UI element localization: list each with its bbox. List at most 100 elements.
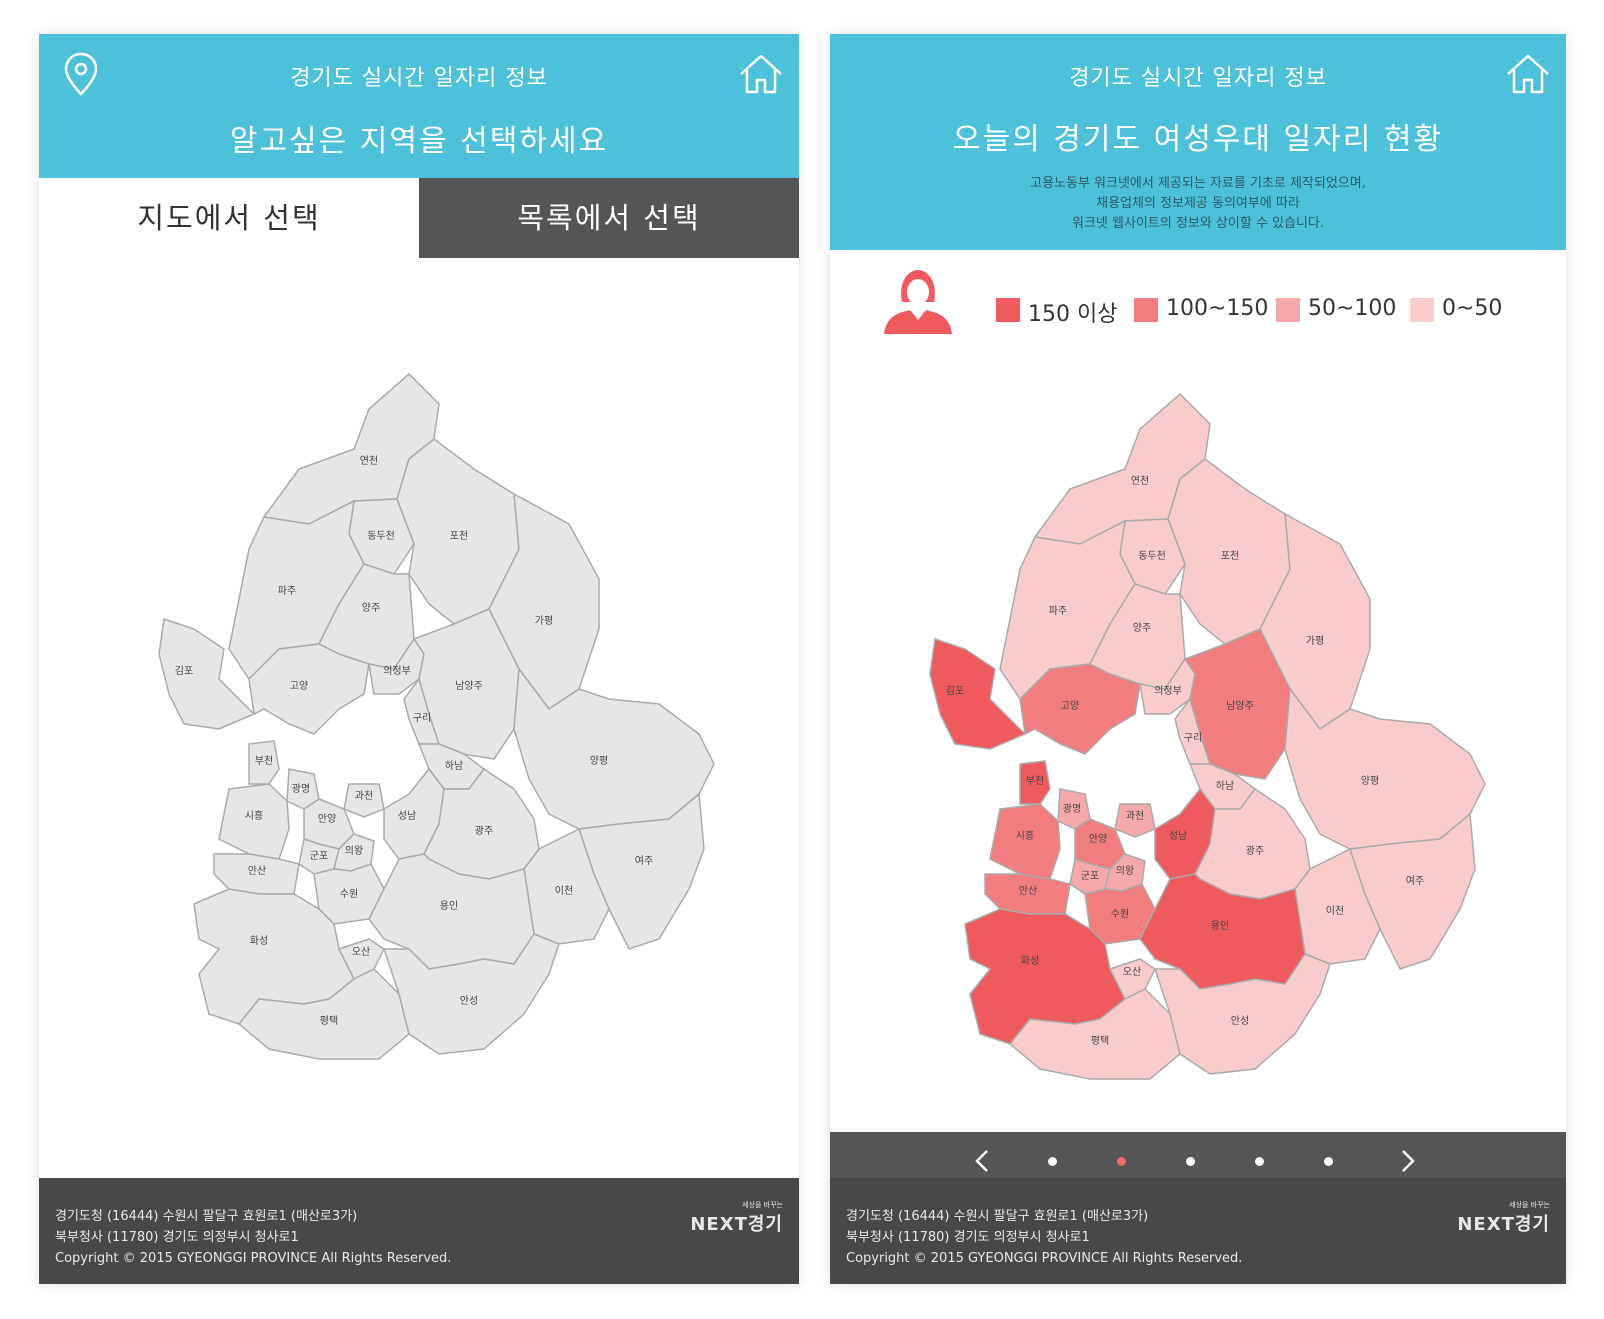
region-과천[interactable]: 과천: [343, 783, 385, 818]
region-label: 시흥: [245, 809, 263, 822]
page-dot[interactable]: [1048, 1157, 1057, 1166]
region-label: 안산: [1019, 885, 1037, 897]
region-시흥[interactable]: 시흥: [218, 783, 290, 860]
legend-label: 150 이상: [1028, 302, 1118, 327]
page-dot[interactable]: [1117, 1157, 1126, 1166]
region-시흥[interactable]: 시흥: [989, 803, 1061, 880]
region-label: 수원: [1111, 908, 1129, 920]
app-header: 경기도 실시간 일자리 정보 오늘의 경기도 여성우대 일자리 현황 고용노동부…: [830, 34, 1566, 250]
region-label: 의왕: [1116, 865, 1134, 877]
region-label: 양평: [590, 755, 608, 767]
region-label: 구리: [413, 712, 431, 724]
footer-address-main: 경기도청 (16444) 수원시 팔달구 효원로1 (매산로3가): [55, 1209, 358, 1224]
page-title: 알고싶은 지역을 선택하세요: [229, 124, 609, 159]
logo-subtext: 세상을 바꾸는: [742, 1201, 783, 1209]
region-label: 과천: [1126, 810, 1144, 822]
gyeonggi-region-map: 연천 포천 동두천 파주 양주 가평 김포 고양 의정부 남양주 구리 하남 양평 부천 광명 과천 시흥 안양 성…: [139, 349, 739, 1069]
footer-address-north: 북부청사 (11780) 경기도 의정부시 청사로1: [55, 1230, 299, 1245]
home-icon[interactable]: [1500, 46, 1556, 102]
legend-label: 0~50: [1442, 296, 1503, 321]
region-label: 의정부: [383, 665, 411, 677]
region-label: 양평: [1361, 775, 1379, 787]
region-과천[interactable]: 과천: [1114, 803, 1156, 838]
region-label: 연천: [1131, 475, 1149, 487]
region-label: 고양: [290, 680, 308, 692]
region-label: 가평: [1306, 635, 1324, 647]
region-label: 양주: [362, 602, 380, 614]
region-label: 안양: [318, 813, 336, 825]
legend-swatch: [996, 298, 1020, 322]
region-label: 오산: [352, 946, 370, 958]
region-label: 광주: [475, 825, 493, 837]
home-icon[interactable]: [733, 46, 789, 102]
tab-list-select[interactable]: 목록에서 선택: [419, 178, 799, 258]
region-label: 부천: [255, 755, 273, 767]
region-label: 고양: [1061, 700, 1079, 712]
footer-copyright: Copyright © 2015 GYEONGGI PROVINCE All R…: [55, 1251, 452, 1266]
region-안산[interactable]: 안산: [213, 853, 300, 895]
region-label: 포천: [450, 530, 468, 542]
app-title: 경기도 실시간 일자리 정보: [290, 66, 548, 91]
region-label: 부천: [1026, 775, 1044, 787]
region-label: 안성: [1231, 1015, 1249, 1027]
logo-subtext: 세상을 바꾸는: [1509, 1201, 1550, 1209]
region-label: 안성: [460, 995, 478, 1007]
footer: 경기도청 (16444) 수원시 팔달구 효원로1 (매산로3가) 북부청사 (…: [830, 1178, 1566, 1284]
region-label: 이천: [1326, 905, 1344, 917]
region-label: 파주: [278, 585, 296, 597]
page-title: 오늘의 경기도 여성우대 일자리 현황: [952, 122, 1444, 157]
region-label: 화성: [1021, 955, 1039, 967]
logo-text: NEXT경기: [1457, 1214, 1550, 1235]
region-label: 화성: [250, 935, 268, 947]
gyeonggi-choropleth-map: 연천 포천 동두천 파주 양주 가평 김포 고양 의정부 남양주 구리 하남 양평 부천 광명 과천 시흥 안양 성…: [910, 369, 1510, 1089]
legend-label: 100~150: [1166, 296, 1269, 321]
legend-label: 50~100: [1308, 296, 1397, 321]
page-dot[interactable]: [1255, 1157, 1264, 1166]
app-title: 경기도 실시간 일자리 정보: [1069, 66, 1327, 91]
select-mode-tabs: 지도에서 선택 목록에서 선택: [39, 178, 799, 258]
region-label: 의왕: [345, 845, 363, 857]
region-label: 안산: [248, 865, 266, 877]
region-label: 남양주: [1226, 700, 1254, 712]
region-label: 여주: [1406, 875, 1424, 887]
region-label: 평택: [1091, 1035, 1109, 1047]
region-label: 시흥: [1016, 829, 1034, 842]
note-line: 워크넷 웹사이트의 정보와 상이할 수 있습니다.: [1071, 216, 1325, 231]
region-label: 의정부: [1154, 685, 1182, 697]
region-label: 가평: [535, 615, 553, 627]
page-dot[interactable]: [1324, 1157, 1333, 1166]
chevron-left-icon[interactable]: [968, 1146, 998, 1176]
region-label: 오산: [1123, 966, 1141, 978]
tab-map-select[interactable]: 지도에서 선택: [39, 178, 419, 258]
chevron-right-icon[interactable]: [1392, 1146, 1422, 1176]
legend-swatch: [1134, 298, 1158, 322]
region-label: 하남: [1216, 779, 1234, 792]
region-label: 평택: [320, 1015, 338, 1027]
region-label: 양주: [1133, 622, 1151, 634]
region-select-screen: 경기도 실시간 일자리 정보 알고싶은 지역을 선택하세요 지도에서 선택 목록…: [39, 34, 799, 1284]
region-label: 광명: [292, 783, 310, 795]
region-label: 연천: [360, 455, 378, 467]
region-label: 안양: [1089, 833, 1107, 845]
region-label: 용인: [440, 900, 458, 912]
region-부천[interactable]: 부천: [1019, 760, 1051, 805]
region-label: 성남: [398, 810, 416, 822]
region-label: 광명: [1063, 803, 1081, 815]
logo-text: NEXT경기: [690, 1214, 783, 1235]
legend-swatch: [1276, 298, 1300, 322]
data-source-note: 고용노동부 워크넷에서 제공되는 자료를 기초로 제작되었으며, 채용업체의 정…: [830, 174, 1566, 234]
footer-address-main: 경기도청 (16444) 수원시 팔달구 효원로1 (매산로3가): [846, 1209, 1149, 1224]
region-안산[interactable]: 안산: [984, 873, 1071, 915]
region-label: 용인: [1211, 920, 1229, 932]
region-label: 성남: [1169, 830, 1187, 842]
region-label: 포천: [1221, 550, 1239, 562]
region-부천[interactable]: 부천: [248, 740, 280, 785]
region-label: 수원: [340, 888, 358, 900]
region-label: 김포: [175, 665, 193, 677]
region-label: 동두천: [1138, 550, 1166, 562]
region-label: 남양주: [455, 680, 483, 692]
page-dot[interactable]: [1186, 1157, 1195, 1166]
note-line: 고용노동부 워크넷에서 제공되는 자료를 기초로 제작되었으며,: [1030, 176, 1366, 191]
region-label: 하남: [445, 759, 463, 772]
app-header: 경기도 실시간 일자리 정보 알고싶은 지역을 선택하세요: [39, 34, 799, 178]
